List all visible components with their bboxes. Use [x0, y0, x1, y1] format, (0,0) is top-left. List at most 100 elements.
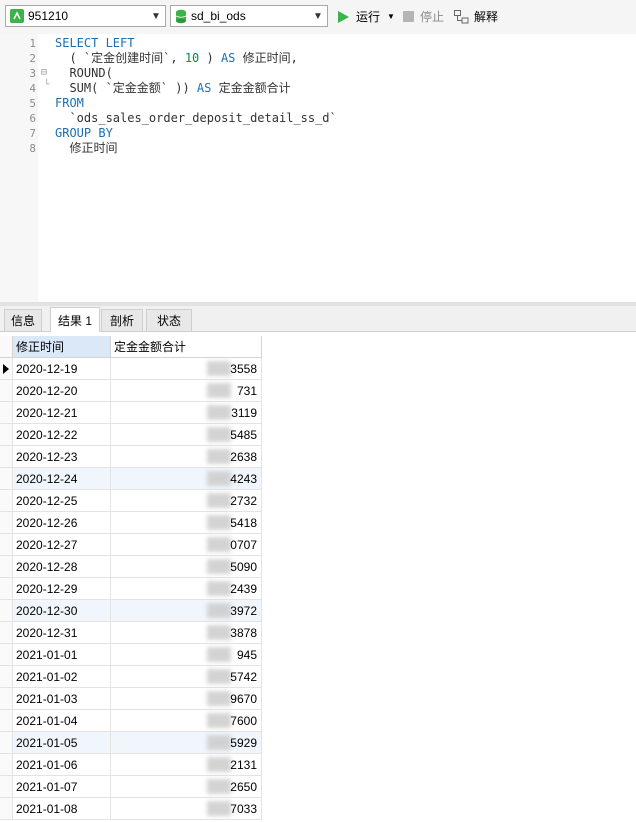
result-tab[interactable]: 状态	[146, 309, 192, 331]
cell-amount[interactable]: 3878	[111, 622, 262, 644]
cell-date[interactable]: 2020-12-31	[13, 622, 111, 644]
stop-button[interactable]: 停止	[403, 8, 444, 25]
table-row[interactable]: 2021-01-05 5929	[0, 732, 262, 754]
row-header[interactable]	[0, 710, 13, 732]
row-header[interactable]	[0, 380, 13, 402]
table-row[interactable]: 2020-12-21 3119	[0, 402, 262, 424]
row-header[interactable]	[0, 534, 13, 556]
column-header-amount[interactable]: 定金金额合计	[111, 336, 262, 358]
cell-date[interactable]: 2020-12-24	[13, 468, 111, 490]
row-header[interactable]	[0, 490, 13, 512]
row-header[interactable]	[0, 798, 13, 820]
database-select[interactable]: sd_bi_ods ▼	[170, 5, 328, 27]
result-tab[interactable]: 信息	[4, 309, 42, 331]
cell-date[interactable]: 2021-01-04	[13, 710, 111, 732]
cell-amount[interactable]: 3972	[111, 600, 262, 622]
table-row[interactable]: 2021-01-06 2131	[0, 754, 262, 776]
cell-amount[interactable]: 2650	[111, 776, 262, 798]
table-row[interactable]: 2020-12-31 3878	[0, 622, 262, 644]
row-header[interactable]	[0, 556, 13, 578]
row-header[interactable]	[0, 666, 13, 688]
cell-amount[interactable]: 5742	[111, 666, 262, 688]
row-header[interactable]	[0, 446, 13, 468]
table-row[interactable]: 2020-12-22 5485	[0, 424, 262, 446]
table-row[interactable]: 2021-01-02 5742	[0, 666, 262, 688]
table-row[interactable]: 2020-12-26 5418	[0, 512, 262, 534]
table-row[interactable]: 2021-01-08 7033	[0, 798, 262, 820]
chevron-down-icon[interactable]: ▼	[309, 6, 327, 26]
cell-date[interactable]: 2020-12-22	[13, 424, 111, 446]
cell-amount[interactable]: 2131	[111, 754, 262, 776]
cell-date[interactable]: 2021-01-06	[13, 754, 111, 776]
cell-amount[interactable]: 0707	[111, 534, 262, 556]
connection-select[interactable]: 951210 ▼	[5, 5, 166, 27]
table-row[interactable]: 2020-12-24 4243	[0, 468, 262, 490]
table-row[interactable]: 2021-01-03 9670	[0, 688, 262, 710]
chevron-down-icon[interactable]: ▼	[147, 6, 165, 26]
table-row[interactable]: 2020-12-29 2439	[0, 578, 262, 600]
cell-date[interactable]: 2020-12-30	[13, 600, 111, 622]
table-row[interactable]: 2021-01-04 7600	[0, 710, 262, 732]
cell-date[interactable]: 2021-01-02	[13, 666, 111, 688]
row-header[interactable]	[0, 622, 13, 644]
cell-date[interactable]: 2020-12-26	[13, 512, 111, 534]
table-row[interactable]: 2020-12-19 3558	[0, 358, 262, 380]
table-row[interactable]: 2020-12-28 5090	[0, 556, 262, 578]
row-header[interactable]	[0, 688, 13, 710]
row-header[interactable]	[0, 402, 13, 424]
row-header[interactable]	[0, 776, 13, 798]
cell-amount[interactable]: 5090	[111, 556, 262, 578]
cell-date[interactable]: 2021-01-08	[13, 798, 111, 820]
row-header[interactable]	[0, 600, 13, 622]
cell-date[interactable]: 2020-12-27	[13, 534, 111, 556]
table-row[interactable]: 2020-12-23 2638	[0, 446, 262, 468]
cell-date[interactable]: 2021-01-05	[13, 732, 111, 754]
cell-amount[interactable]: 4243	[111, 468, 262, 490]
table-row[interactable]: 2020-12-25 2732	[0, 490, 262, 512]
explain-button[interactable]: 解释	[454, 8, 498, 25]
cell-date[interactable]: 2020-12-21	[13, 402, 111, 424]
table-row[interactable]: 2021-01-07 2650	[0, 776, 262, 798]
cell-date[interactable]: 2021-01-07	[13, 776, 111, 798]
cell-date[interactable]: 2020-12-25	[13, 490, 111, 512]
row-header[interactable]	[0, 424, 13, 446]
cell-date[interactable]: 2021-01-01	[13, 644, 111, 666]
cell-amount[interactable]: 3558	[111, 358, 262, 380]
table-row[interactable]: 2020-12-27 0707	[0, 534, 262, 556]
row-header[interactable]	[0, 754, 13, 776]
cell-amount[interactable]: 5485	[111, 424, 262, 446]
row-header[interactable]	[0, 468, 13, 490]
cell-amount[interactable]: 2732	[111, 490, 262, 512]
cell-date[interactable]: 2020-12-29	[13, 578, 111, 600]
row-header[interactable]	[0, 358, 13, 380]
row-header[interactable]	[0, 732, 13, 754]
cell-amount[interactable]: 3119	[111, 402, 262, 424]
result-tab[interactable]: 结果 1	[50, 307, 100, 332]
table-row[interactable]: 2020-12-20 731	[0, 380, 262, 402]
cell-amount[interactable]: 731	[111, 380, 262, 402]
row-header[interactable]	[0, 512, 13, 534]
cell-amount[interactable]: 5929	[111, 732, 262, 754]
cell-amount[interactable]: 5418	[111, 512, 262, 534]
row-header[interactable]	[0, 644, 13, 666]
chevron-down-icon[interactable]: ▼	[387, 12, 395, 21]
cell-amount[interactable]: 945	[111, 644, 262, 666]
table-row[interactable]: 2020-12-30 3972	[0, 600, 262, 622]
cell-amount[interactable]: 2638	[111, 446, 262, 468]
cell-amount[interactable]: 2439	[111, 578, 262, 600]
cell-date[interactable]: 2021-01-03	[13, 688, 111, 710]
sql-editor[interactable]: 12345678 ⊟ └ SELECT LEFT ( `定金创建时间`, 10 …	[0, 34, 636, 302]
cell-amount[interactable]: 7033	[111, 798, 262, 820]
run-button[interactable]: 运行 ▼	[337, 8, 395, 25]
row-header[interactable]	[0, 578, 13, 600]
cell-date[interactable]: 2020-12-28	[13, 556, 111, 578]
cell-date[interactable]: 2020-12-23	[13, 446, 111, 468]
cell-date[interactable]: 2020-12-20	[13, 380, 111, 402]
column-header-date[interactable]: 修正时间	[13, 336, 111, 358]
result-tab[interactable]: 剖析	[101, 309, 143, 331]
cell-amount[interactable]: 9670	[111, 688, 262, 710]
cell-date[interactable]: 2020-12-19	[13, 358, 111, 380]
cell-amount[interactable]: 7600	[111, 710, 262, 732]
line-number: 1	[29, 37, 36, 50]
table-row[interactable]: 2021-01-01 945	[0, 644, 262, 666]
